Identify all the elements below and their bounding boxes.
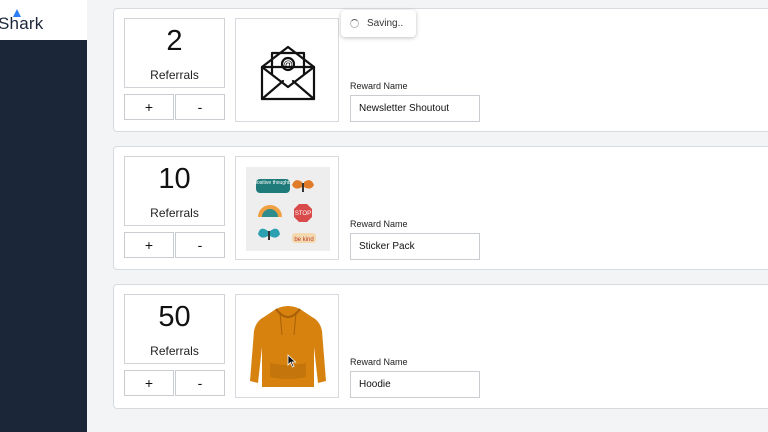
spinner-icon — [350, 19, 359, 28]
reward-name-label: Reward Name — [350, 81, 408, 91]
decrement-button[interactable]: - — [175, 232, 225, 258]
sticker-text: be kind — [294, 237, 313, 243]
reward-name-input[interactable]: Newsletter Shoutout — [350, 95, 480, 122]
sidebar: Shark — [0, 0, 87, 432]
increment-button[interactable]: + — [124, 370, 174, 396]
reward-name-label: Reward Name — [350, 357, 408, 367]
svg-text:@: @ — [283, 60, 293, 71]
referral-count-label: Referrals — [150, 344, 199, 358]
increment-button[interactable]: + — [124, 94, 174, 120]
referral-count-box: 2 Referrals — [124, 18, 225, 88]
reward-card: 2 Referrals + - @ Reward Name Newsletter… — [113, 8, 768, 132]
sticker-pack-image: positive thoughts STOP be kind — [246, 167, 330, 251]
reward-name-input[interactable]: Sticker Pack — [350, 233, 480, 260]
decrement-button[interactable]: - — [175, 94, 225, 120]
reward-image-box[interactable]: positive thoughts STOP be kind — [235, 156, 339, 260]
hoodie-image — [250, 306, 326, 387]
brand-name: Shark — [0, 14, 44, 33]
envelope-icon: @ — [260, 45, 316, 101]
decrement-button[interactable]: - — [175, 370, 225, 396]
referral-count: 2 — [166, 25, 183, 57]
reward-card: 50 Referrals + - Reward Name Hoodie — [113, 284, 768, 409]
referral-count-label: Referrals — [150, 68, 199, 82]
referral-count: 50 — [158, 301, 191, 333]
sticker-text: STOP — [295, 211, 311, 217]
sticker-text: positive thoughts — [254, 180, 292, 186]
reward-name-label: Reward Name — [350, 219, 408, 229]
saving-toast: Saving.. — [341, 10, 416, 37]
referral-count-box: 10 Referrals — [124, 156, 225, 226]
logo-area[interactable]: Shark — [0, 0, 87, 40]
reward-name-input[interactable]: Hoodie — [350, 371, 480, 398]
mouse-pointer-icon — [287, 354, 297, 368]
saving-text: Saving.. — [367, 18, 404, 29]
reward-image-box[interactable]: @ — [235, 18, 339, 122]
referral-count-label: Referrals — [150, 206, 199, 220]
referral-count-box: 50 Referrals — [124, 294, 225, 364]
referral-count: 10 — [158, 163, 191, 195]
reward-card: 10 Referrals + - positive thoughts STOP … — [113, 146, 768, 270]
increment-button[interactable]: + — [124, 232, 174, 258]
reward-image-box[interactable] — [235, 294, 339, 398]
